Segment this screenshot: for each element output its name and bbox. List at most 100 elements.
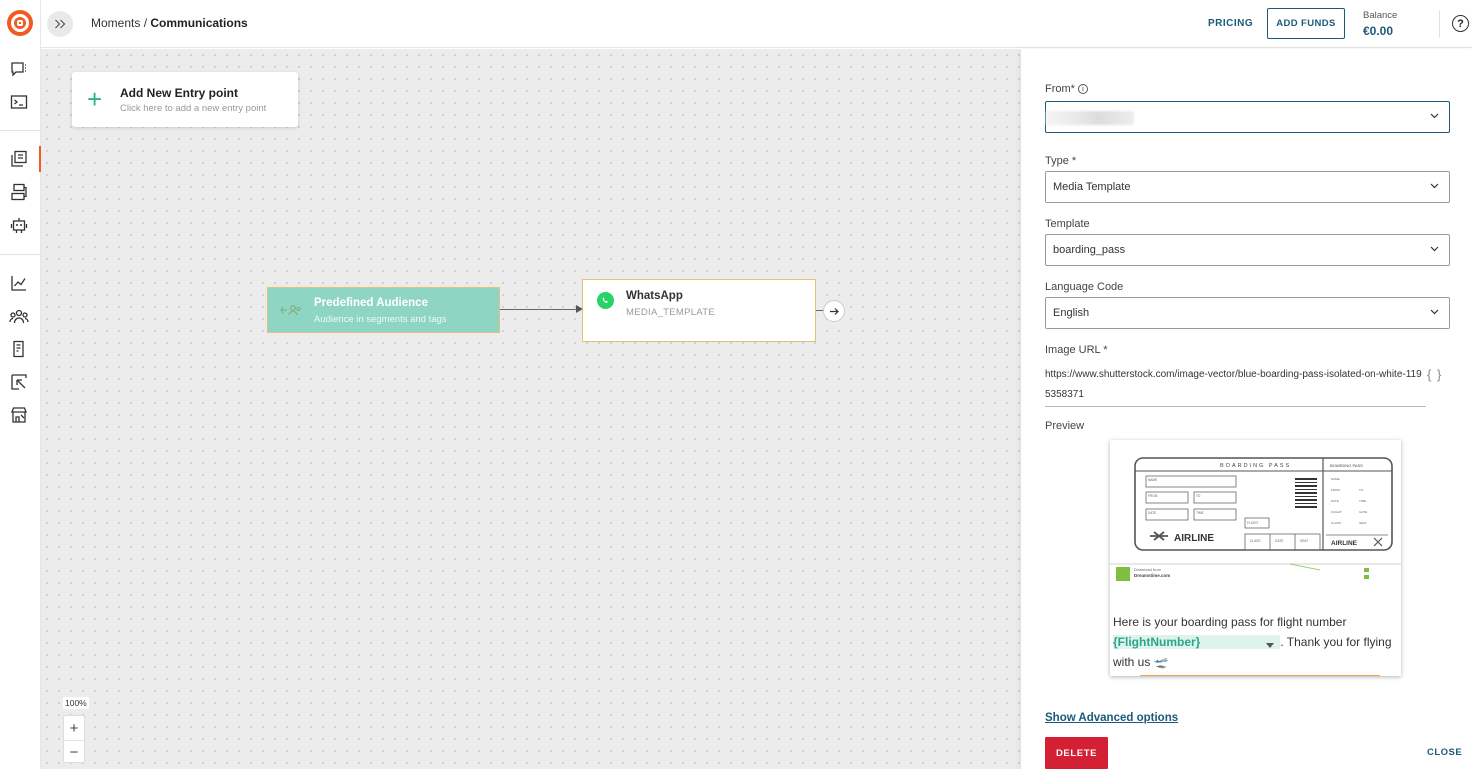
help-icon[interactable]: ? bbox=[1452, 15, 1469, 32]
chevron-down-icon bbox=[1430, 183, 1439, 189]
bot-icon[interactable] bbox=[8, 214, 30, 236]
type-select[interactable]: Media Template bbox=[1045, 171, 1450, 203]
breadcrumb-current: Communications bbox=[150, 16, 248, 30]
app-root: Moments / Communications PRICING ADD FUN… bbox=[0, 0, 1472, 769]
field-date: DATE bbox=[1148, 511, 1156, 515]
field-flight: FLIGHT bbox=[1247, 521, 1258, 525]
plus-icon: + bbox=[87, 84, 103, 114]
download-from: Download from bbox=[1134, 567, 1162, 572]
expand-sidebar-button[interactable] bbox=[47, 11, 73, 37]
stub-seat: SEAT bbox=[1359, 521, 1367, 525]
add-next-step-button[interactable] bbox=[823, 300, 845, 322]
from-label-text: From* bbox=[1045, 83, 1075, 95]
field-to: TO bbox=[1196, 494, 1201, 498]
store-icon[interactable] bbox=[8, 404, 30, 426]
chat-icon[interactable] bbox=[8, 58, 30, 80]
stub-gate: GATE bbox=[1359, 510, 1367, 514]
pass-header: BOARDING PASS bbox=[1220, 463, 1291, 469]
preview-label: Preview bbox=[1045, 420, 1085, 432]
audience-node-subtitle: Audience in segments and tags bbox=[314, 314, 447, 325]
template-value: boarding_pass bbox=[1053, 244, 1126, 256]
analytics-icon[interactable] bbox=[8, 272, 30, 294]
info-icon[interactable]: i bbox=[1077, 84, 1088, 94]
arrow-right-icon bbox=[829, 307, 839, 315]
stub-time: TIME bbox=[1359, 499, 1366, 503]
flow-icon[interactable] bbox=[8, 181, 30, 203]
from-select[interactable] bbox=[1045, 101, 1450, 133]
field-time: TIME bbox=[1196, 511, 1204, 515]
entry-point-title: Add New Entry point bbox=[120, 86, 238, 100]
document-icon[interactable] bbox=[8, 338, 30, 360]
preview-msg-before: Here is your boarding pass for flight nu… bbox=[1113, 615, 1347, 629]
template-label: Template bbox=[1045, 218, 1090, 230]
image-url-label: Image URL * bbox=[1045, 344, 1108, 356]
field-seat: SEAT bbox=[1300, 539, 1308, 543]
insert-variable-icon[interactable]: { } bbox=[1427, 367, 1442, 382]
whatsapp-icon bbox=[597, 292, 614, 309]
from-label: From* i bbox=[1045, 83, 1088, 95]
message-preview: BOARDING PASS BOARDING PASS NAME FROM TO… bbox=[1110, 440, 1401, 676]
language-select[interactable]: English bbox=[1045, 297, 1450, 329]
whatsapp-node[interactable]: WhatsApp MEDIA_TEMPLATE bbox=[582, 279, 816, 342]
breadcrumb-moments[interactable]: Moments bbox=[91, 16, 140, 30]
flight-number-variable-text: {FlightNumber} bbox=[1113, 635, 1201, 649]
show-advanced-options-link[interactable]: Show Advanced options bbox=[1045, 712, 1178, 724]
left-nav-rail bbox=[0, 0, 41, 769]
people-icon[interactable] bbox=[8, 305, 30, 327]
flow-canvas[interactable]: + Add New Entry point Click here to add … bbox=[41, 49, 1021, 769]
breadcrumb-separator: / bbox=[140, 16, 151, 30]
rail-divider bbox=[0, 130, 41, 131]
preview-message-text: Here is your boarding pass for flight nu… bbox=[1113, 612, 1393, 672]
connector-line bbox=[500, 309, 581, 310]
zoom-buttons: + − bbox=[63, 715, 85, 763]
whatsapp-node-title: WhatsApp bbox=[626, 290, 683, 302]
zoom-in-button[interactable]: + bbox=[64, 716, 84, 740]
add-funds-button[interactable]: ADD FUNDS bbox=[1267, 8, 1345, 39]
type-label: Type * bbox=[1045, 155, 1077, 167]
pass-airline: AIRLINE bbox=[1174, 533, 1214, 544]
whatsapp-node-subtitle: MEDIA_TEMPLATE bbox=[626, 307, 716, 318]
pricing-link[interactable]: PRICING bbox=[1208, 18, 1253, 29]
stub-class: CLASS bbox=[1331, 521, 1341, 525]
language-label: Language Code bbox=[1045, 281, 1124, 293]
breadcrumb: Moments / Communications bbox=[91, 16, 248, 30]
close-button[interactable]: CLOSE bbox=[1427, 747, 1462, 758]
field-name: NAME bbox=[1148, 478, 1157, 482]
preview-bottom-accent bbox=[1140, 675, 1380, 676]
audience-icon bbox=[280, 305, 301, 316]
stub-from: FROM bbox=[1331, 488, 1340, 492]
field-from: FROM bbox=[1148, 494, 1158, 498]
download-site: Dreamstime.com bbox=[1134, 573, 1170, 578]
balance-display: Balance €0.00 bbox=[1363, 10, 1397, 38]
zoom-out-button[interactable]: − bbox=[64, 740, 84, 764]
airplane-departure-icon: 🛫 bbox=[1153, 655, 1169, 669]
node-settings-panel: From* i Type * Media Template Template bo… bbox=[1021, 49, 1472, 769]
chevron-down-icon bbox=[1430, 309, 1439, 315]
preview-image: BOARDING PASS BOARDING PASS NAME FROM TO… bbox=[1110, 440, 1401, 605]
predefined-audience-node[interactable]: Predefined Audience Audience in segments… bbox=[267, 287, 500, 333]
language-value: English bbox=[1053, 307, 1090, 319]
caret-down-icon bbox=[1266, 643, 1275, 648]
image-url-input[interactable]: https://www.shutterstock.com/image-vecto… bbox=[1045, 365, 1426, 407]
balance-value: €0.00 bbox=[1363, 24, 1394, 38]
stub-flight: FLIGHT bbox=[1331, 510, 1342, 514]
moments-icon[interactable] bbox=[8, 148, 30, 170]
zoom-controls: 100% + − bbox=[63, 693, 89, 763]
field-class: CLASS bbox=[1250, 539, 1260, 543]
template-select[interactable]: boarding_pass bbox=[1045, 234, 1450, 266]
double-chevron-right-icon bbox=[55, 19, 66, 29]
terminal-icon[interactable] bbox=[8, 91, 30, 113]
flight-number-variable[interactable]: {FlightNumber} bbox=[1113, 635, 1281, 649]
add-entry-point-card[interactable]: + Add New Entry point Click here to add … bbox=[72, 72, 298, 127]
delete-button[interactable]: DELETE bbox=[1045, 737, 1108, 769]
audience-node-title: Predefined Audience bbox=[314, 297, 428, 309]
stub-airline: AIRLINE bbox=[1331, 540, 1358, 547]
topbar-divider bbox=[1439, 10, 1440, 38]
brand-logo-icon[interactable] bbox=[7, 10, 33, 36]
stub-name: NAME bbox=[1331, 477, 1340, 481]
rail-divider bbox=[0, 254, 41, 255]
stub-header: BOARDING PASS bbox=[1330, 463, 1363, 468]
entry-point-subtitle: Click here to add a new entry point bbox=[120, 103, 267, 114]
zoom-level: 100% bbox=[63, 697, 89, 709]
campaign-icon[interactable] bbox=[8, 371, 30, 393]
